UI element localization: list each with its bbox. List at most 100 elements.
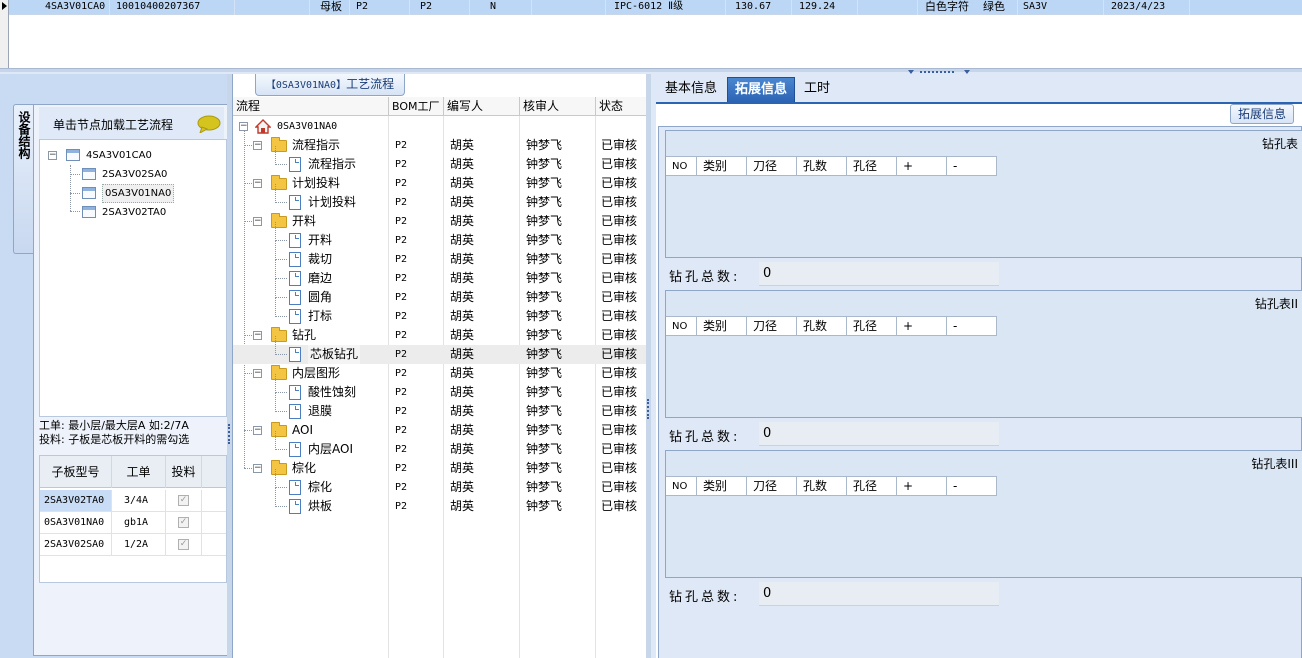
process-step-row[interactable]: 内层AOI P2 胡英 钟梦飞 已审核 xyxy=(233,431,649,459)
col-header-status[interactable]: 状态 xyxy=(596,97,649,116)
process-step-row[interactable]: 烘板 P2 胡英 钟梦飞 已审核 xyxy=(233,488,649,516)
process-step-row[interactable]: 计划投料 P2 胡英 钟梦飞 已审核 xyxy=(233,184,649,212)
add-row-button[interactable]: + xyxy=(897,157,947,176)
process-group-row[interactable]: − 棕化 P2 胡英 钟梦飞 已审核 xyxy=(233,459,649,478)
process-step-row[interactable]: 棕化 P2 胡英 钟梦飞 已审核 xyxy=(233,469,649,497)
cell-order[interactable]: 3/4A xyxy=(112,490,166,511)
col-tool-diameter[interactable]: 刀径 xyxy=(747,477,797,496)
process-group-row[interactable]: − AOI P2 胡英 钟梦飞 已审核 xyxy=(233,421,649,440)
process-tree-root[interactable]: − 0SA3V01NA0 xyxy=(233,117,649,136)
drill-table-3[interactable]: 钻孔表III NO 类别 刀径 孔数 孔径 + - xyxy=(665,450,1302,578)
cell-code: 4SA3V01CA0 xyxy=(45,1,106,12)
collapse-icon[interactable]: − xyxy=(253,179,262,188)
tab-basic-info[interactable]: 基本信息 xyxy=(658,77,724,102)
cell-bom: P2 xyxy=(395,501,408,512)
col-category[interactable]: 类别 xyxy=(697,317,747,336)
process-group-row[interactable]: − 开料 P2 胡英 钟梦飞 已审核 xyxy=(233,212,649,231)
process-group-row[interactable]: − 钻孔 P2 胡英 钟梦飞 已审核 xyxy=(233,326,649,345)
drill-table-1[interactable]: 钻孔表 NO 类别 刀径 孔数 孔径 + - xyxy=(665,130,1302,258)
col-hole-diameter[interactable]: 孔径 xyxy=(847,477,897,496)
col-category[interactable]: 类别 xyxy=(697,157,747,176)
collapse-icon[interactable]: − xyxy=(253,217,262,226)
col-hole-diameter[interactable]: 孔径 xyxy=(847,157,897,176)
col-no[interactable]: NO xyxy=(666,477,697,496)
speech-bubble-icon[interactable] xyxy=(197,115,221,133)
feed-checkbox[interactable]: ✓ xyxy=(178,539,189,550)
collapse-icon[interactable]: − xyxy=(253,464,262,473)
top-data-grid[interactable]: 4SA3V01CA0 10010400207367 母板 P2 P2 N IPC… xyxy=(0,0,1302,72)
cell-author: 胡英 xyxy=(450,271,475,285)
tree-connector xyxy=(275,336,276,355)
cell-order[interactable]: gb1A xyxy=(112,512,166,533)
process-step-row[interactable]: 圆角 P2 胡英 钟梦飞 已审核 xyxy=(233,279,649,307)
drill-total-value[interactable]: 0 xyxy=(759,582,999,606)
cell-bom: P2 xyxy=(395,273,408,284)
cell-status: 已审核 xyxy=(601,252,638,266)
order-note: 工单: 最小层/最大层A 如:2/7A 投料: 子板是芯板开料的需勾选 xyxy=(39,419,227,449)
process-step-label: 磨边 xyxy=(308,271,333,285)
col-category[interactable]: 类别 xyxy=(697,477,747,496)
process-group-row[interactable]: − 计划投料 P2 胡英 钟梦飞 已审核 xyxy=(233,174,649,193)
process-step-row[interactable]: 芯板钻孔 P2 胡英 钟梦飞 已审核 xyxy=(233,336,649,364)
add-row-button[interactable]: + xyxy=(897,477,947,496)
drill-table-header: NO 类别 刀径 孔数 孔径 + - xyxy=(666,156,997,176)
col-hole-diameter[interactable]: 孔径 xyxy=(847,317,897,336)
process-step-row[interactable]: 退膜 P2 胡英 钟梦飞 已审核 xyxy=(233,393,649,421)
collapse-icon[interactable]: − xyxy=(253,426,262,435)
collapse-icon[interactable]: − xyxy=(239,122,248,131)
col-no[interactable]: NO xyxy=(666,157,697,176)
table-row[interactable]: 2SA3V02TA0 3/4A ✓ xyxy=(40,490,226,512)
remove-row-button[interactable]: - xyxy=(947,317,997,336)
tab-extended-info[interactable]: 拓展信息 xyxy=(727,77,796,102)
cell-order[interactable]: 1/2A xyxy=(112,534,166,555)
col-hole-count[interactable]: 孔数 xyxy=(797,157,847,176)
process-step-row[interactable]: 开料 P2 胡英 钟梦飞 已审核 xyxy=(233,222,649,250)
col-tool-diameter[interactable]: 刀径 xyxy=(747,157,797,176)
col-header-author[interactable]: 编写人 xyxy=(444,97,520,116)
remove-row-button[interactable]: - xyxy=(947,157,997,176)
process-step-row[interactable]: 磨边 P2 胡英 钟梦飞 已审核 xyxy=(233,260,649,288)
feed-checkbox[interactable]: ✓ xyxy=(178,517,189,528)
process-step-row[interactable]: 酸性蚀刻 P2 胡英 钟梦飞 已审核 xyxy=(233,374,649,402)
col-header-process[interactable]: 流程 xyxy=(233,97,389,116)
col-header-model[interactable]: 子板型号 xyxy=(40,456,112,488)
drill-total-value[interactable]: 0 xyxy=(759,262,999,286)
process-step-row[interactable]: 打标 P2 胡英 钟梦飞 已审核 xyxy=(233,298,649,326)
col-hole-count[interactable]: 孔数 xyxy=(797,477,847,496)
collapse-icon[interactable]: − xyxy=(253,141,262,150)
tab-work-hours[interactable]: 工时 xyxy=(797,77,837,102)
drill-total-value[interactable]: 0 xyxy=(759,422,999,446)
horizontal-splitter[interactable] xyxy=(0,68,1302,72)
process-group-row[interactable]: − 流程指示 P2 胡英 钟梦飞 已审核 xyxy=(233,136,649,155)
col-header-order[interactable]: 工单 xyxy=(112,456,166,488)
sub-board-grid[interactable]: 子板型号 工单 投料 2SA3V02TA0 3/4A ✓ 0SA3V01NA0 … xyxy=(39,455,227,583)
home-icon xyxy=(255,119,271,134)
folder-icon xyxy=(271,422,287,437)
drill-table-title: 钻孔表II xyxy=(1254,297,1298,311)
process-tree-grid[interactable]: 流程 BOM工厂 编写人 核审人 状态 − 0SA3V01NA0 − 流程指示 P2 胡英… xyxy=(233,97,649,658)
table-row[interactable]: 0SA3V01NA0 gb1A ✓ xyxy=(40,512,226,534)
structure-tree[interactable]: − 4SA3V01CA0 2SA3V02SA0 0SA3V01NA0 2SA3V… xyxy=(39,139,227,417)
tab-device-structure[interactable]: 设备结构 xyxy=(13,104,33,254)
col-tool-diameter[interactable]: 刀径 xyxy=(747,317,797,336)
tree-connector xyxy=(275,259,287,260)
feed-checkbox[interactable]: ✓ xyxy=(178,495,189,506)
drill-table-2[interactable]: 钻孔表II NO 类别 刀径 孔数 孔径 + - xyxy=(665,290,1302,418)
process-step-row[interactable]: 流程指示 P2 胡英 钟梦飞 已审核 xyxy=(233,146,649,174)
top-grid-selected-row[interactable]: 4SA3V01CA0 10010400207367 母板 P2 P2 N IPC… xyxy=(9,0,1302,15)
remove-row-button[interactable]: - xyxy=(947,477,997,496)
col-no[interactable]: NO xyxy=(666,317,697,336)
process-step-row[interactable]: 裁切 P2 胡英 钟梦飞 已审核 xyxy=(233,241,649,269)
col-header-reviewer[interactable]: 核审人 xyxy=(520,97,596,116)
collapse-icon[interactable]: − xyxy=(253,369,262,378)
document-icon xyxy=(289,195,301,210)
process-group-row[interactable]: − 内层图形 P2 胡英 钟梦飞 已审核 xyxy=(233,364,649,383)
collapse-icon[interactable]: − xyxy=(48,151,57,160)
col-hole-count[interactable]: 孔数 xyxy=(797,317,847,336)
collapse-icon[interactable]: − xyxy=(253,331,262,340)
col-header-bom[interactable]: BOM工厂 xyxy=(389,97,444,116)
col-header-feed[interactable]: 投料 xyxy=(166,456,202,488)
add-row-button[interactable]: + xyxy=(897,317,947,336)
table-row[interactable]: 2SA3V02SA0 1/2A ✓ xyxy=(40,534,226,556)
drill-total-3: 钻孔总数: 0 xyxy=(665,582,1302,606)
